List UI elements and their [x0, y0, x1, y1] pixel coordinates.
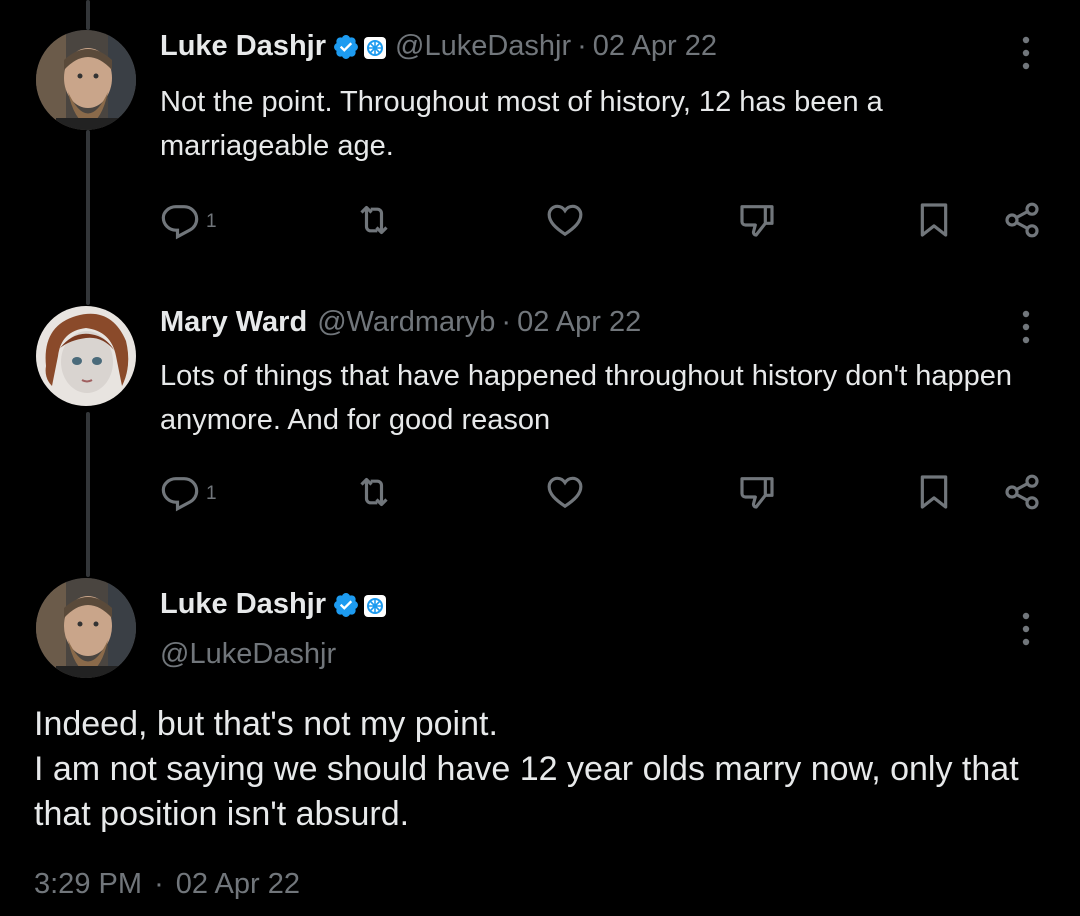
more-vertical-icon[interactable] [1014, 610, 1038, 650]
bookmark-icon [914, 200, 954, 240]
heart-icon [544, 472, 586, 512]
verified-badge-icon [332, 591, 360, 619]
verified-badge-icon [332, 33, 360, 61]
author-handle[interactable]: @Wardmaryb [317, 306, 495, 339]
separator-dot: · [577, 30, 587, 62]
reply-tweet[interactable]: Luke Dashjr @LukeDashjr · 02 Apr 22 Not … [0, 0, 1080, 260]
bookmark-button[interactable] [914, 468, 954, 516]
avatar[interactable] [36, 30, 136, 130]
tweet-date[interactable]: 02 Apr 22 [517, 306, 641, 339]
reply-button[interactable]: 1 [160, 468, 217, 516]
reply-count: 1 [206, 483, 217, 504]
tweet-text-line: I am not saying we should have 12 year o… [34, 750, 1019, 833]
retweet-button[interactable] [352, 468, 396, 516]
share-button[interactable] [1000, 196, 1044, 244]
author-handle[interactable]: @LukeDashjr [395, 30, 571, 63]
author-name[interactable]: Luke Dashjr [160, 30, 326, 63]
author-name[interactable]: Luke Dashjr [160, 588, 326, 621]
bookmark-icon [914, 472, 954, 512]
thumbs-down-icon [736, 200, 778, 240]
tweet-date: 02 Apr 22 [175, 868, 300, 900]
tweet-text: Lots of things that have happened throug… [160, 360, 1013, 436]
like-button[interactable] [544, 468, 586, 516]
reply-icon [160, 200, 200, 240]
avatar[interactable] [36, 306, 136, 406]
share-button[interactable] [1000, 468, 1044, 516]
tweet-text: Indeed, but that's not my point. I am no… [34, 702, 1054, 837]
avatar[interactable] [36, 578, 136, 678]
share-icon [1000, 472, 1044, 512]
tweet-text-line: Indeed, but that's not my point. [34, 705, 498, 743]
retweet-icon [352, 200, 396, 240]
tweet-header: Luke Dashjr @LukeDashjr · 02 Apr 22 [160, 30, 717, 63]
tweet-timestamp[interactable]: 3:29 PM · 02 Apr 22 [34, 868, 300, 901]
tweet-text: Not the point. Throughout most of histor… [160, 86, 883, 162]
dislike-button[interactable] [736, 196, 778, 244]
author-handle[interactable]: @LukeDashjr [160, 638, 336, 671]
affiliate-badge-icon[interactable] [363, 593, 387, 617]
like-button[interactable] [544, 196, 586, 244]
heart-icon [544, 200, 586, 240]
bookmark-button[interactable] [914, 196, 954, 244]
dislike-button[interactable] [736, 468, 778, 516]
tweet-header: Luke Dashjr [160, 588, 395, 621]
tweet-date[interactable]: 02 Apr 22 [593, 30, 717, 63]
reply-icon [160, 472, 200, 512]
reply-tweet[interactable]: Mary Ward @Wardmaryb · 02 Apr 22 Lots of… [0, 300, 1080, 550]
reply-button[interactable]: 1 [160, 196, 217, 244]
affiliate-badge-icon[interactable] [363, 35, 387, 59]
retweet-icon [352, 472, 396, 512]
tweet-time: 3:29 PM [34, 868, 142, 900]
reply-count: 1 [206, 211, 217, 232]
share-icon [1000, 200, 1044, 240]
tweet-header: Mary Ward @Wardmaryb · 02 Apr 22 [160, 306, 641, 339]
main-tweet: Luke Dashjr @LukeDashjr Indeed, but that… [0, 578, 1080, 916]
separator-dot: · [501, 306, 512, 338]
more-vertical-icon[interactable] [1014, 34, 1038, 74]
author-name[interactable]: Mary Ward [160, 306, 307, 339]
thumbs-down-icon [736, 472, 778, 512]
more-vertical-icon[interactable] [1014, 308, 1038, 348]
separator-dot: · [154, 868, 164, 900]
retweet-button[interactable] [352, 196, 396, 244]
tweet-actions: 1 [0, 468, 1080, 516]
tweet-actions: 1 [0, 196, 1080, 244]
